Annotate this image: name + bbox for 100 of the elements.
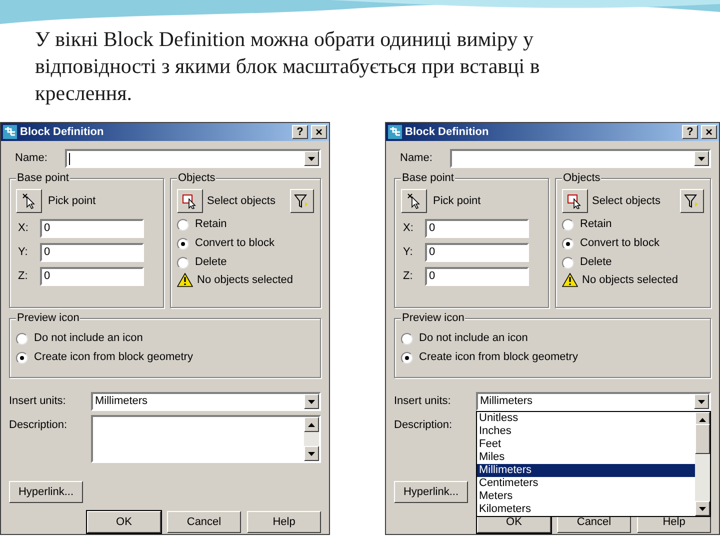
units-option[interactable]: Centimeters bbox=[477, 477, 695, 490]
pick-point-button[interactable] bbox=[401, 189, 427, 213]
coordinate-label: Y: bbox=[17, 245, 29, 260]
radio-button[interactable] bbox=[401, 352, 413, 364]
coordinate-label: X: bbox=[17, 221, 30, 236]
coordinate-field[interactable]: 0 bbox=[425, 243, 529, 262]
description-label: Description: bbox=[394, 418, 454, 433]
group-label: Objects bbox=[562, 171, 602, 185]
down-arrow-icon bbox=[698, 400, 705, 404]
name-field[interactable] bbox=[450, 149, 711, 168]
radio-label: Create icon from block geometry bbox=[419, 350, 578, 366]
name-label: Name: bbox=[14, 151, 48, 166]
dialog-button[interactable]: OK bbox=[87, 511, 161, 533]
select-objects-label: Select objects bbox=[207, 194, 276, 209]
close-button[interactable]: × bbox=[701, 125, 717, 139]
close-button[interactable]: × bbox=[311, 125, 327, 139]
dropdown-button[interactable] bbox=[304, 446, 319, 461]
dropdown-button[interactable] bbox=[694, 151, 709, 166]
units-option[interactable]: Meters bbox=[477, 490, 695, 503]
insert-units-select[interactable]: Millimeters bbox=[91, 392, 321, 411]
group-label: Base point bbox=[401, 171, 455, 185]
dropdown-button[interactable] bbox=[304, 394, 319, 409]
radio-label: Convert to block bbox=[195, 236, 274, 252]
coordinate-label: Y: bbox=[402, 245, 414, 260]
warning-icon bbox=[562, 273, 578, 288]
radio-button[interactable] bbox=[177, 218, 189, 230]
dropdown-button[interactable] bbox=[304, 417, 319, 432]
radio-button[interactable] bbox=[16, 332, 28, 344]
group-label: Base point bbox=[16, 171, 70, 185]
up-arrow-icon bbox=[308, 422, 315, 426]
units-option[interactable]: Feet bbox=[477, 438, 695, 451]
window-title: Block Definition bbox=[20, 124, 105, 140]
name-label: Name: bbox=[399, 151, 434, 166]
select-objects-label: Select objects bbox=[592, 194, 662, 209]
coordinate-field[interactable]: 0 bbox=[425, 219, 529, 238]
coordinate-field[interactable]: 0 bbox=[40, 267, 144, 286]
radio-label: Retain bbox=[580, 217, 612, 232]
coordinate-field[interactable]: 0 bbox=[425, 267, 529, 286]
down-arrow-icon bbox=[698, 156, 705, 160]
radio-label: Create icon from block geometry bbox=[34, 350, 193, 366]
radio-label: Do not include an icon bbox=[419, 331, 528, 346]
coordinate-field[interactable]: 0 bbox=[40, 219, 144, 238]
coordinate-label: Z: bbox=[17, 269, 29, 284]
description-label: Description: bbox=[9, 418, 68, 433]
radio-button[interactable] bbox=[562, 256, 574, 268]
radio-label: Delete bbox=[580, 255, 612, 270]
hyperlink-button[interactable]: Hyperlink... bbox=[9, 481, 83, 503]
units-option[interactable]: Miles bbox=[477, 451, 695, 464]
description-field[interactable] bbox=[91, 415, 321, 463]
selection-cursor-icon bbox=[567, 193, 583, 209]
down-arrow-icon bbox=[308, 156, 315, 160]
quick-select-button[interactable] bbox=[680, 189, 704, 213]
help-button[interactable]: ? bbox=[292, 125, 308, 139]
insert-units-label: Insert units: bbox=[394, 394, 452, 410]
cursor-icon bbox=[407, 193, 421, 209]
down-arrow-icon bbox=[699, 506, 706, 510]
dropdown-button[interactable] bbox=[694, 394, 709, 409]
radio-button[interactable] bbox=[177, 238, 189, 250]
radio-button[interactable] bbox=[562, 238, 574, 250]
insert-units-select[interactable]: Millimeters bbox=[476, 392, 711, 411]
radio-label: Convert to block bbox=[580, 236, 660, 252]
radio-button[interactable] bbox=[562, 218, 574, 230]
radio-button[interactable] bbox=[401, 332, 413, 344]
insert-units-label: Insert units: bbox=[9, 394, 67, 410]
filter-icon bbox=[684, 194, 700, 208]
block-icon bbox=[3, 125, 17, 139]
name-field[interactable] bbox=[65, 149, 321, 168]
units-option[interactable]: Millimeters bbox=[477, 464, 695, 477]
help-button[interactable]: ? bbox=[682, 125, 698, 139]
window-title: Block Definition bbox=[405, 124, 490, 140]
coordinate-field[interactable]: 0 bbox=[40, 243, 144, 262]
coordinate-label: Z: bbox=[402, 269, 414, 284]
dialog-button[interactable]: Cancel bbox=[167, 511, 241, 533]
dropdown-button[interactable] bbox=[304, 151, 319, 166]
pick-point-label: Pick point bbox=[48, 194, 96, 209]
radio-label: Delete bbox=[195, 255, 227, 270]
units-option[interactable]: Unitless bbox=[477, 412, 695, 425]
scrollbar[interactable] bbox=[695, 412, 710, 516]
group-label: Objects bbox=[177, 171, 216, 185]
dialog-button[interactable]: Help bbox=[247, 511, 321, 533]
select-objects-button[interactable] bbox=[177, 189, 203, 213]
block-icon bbox=[388, 125, 402, 139]
hyperlink-button[interactable]: Hyperlink... bbox=[394, 481, 468, 503]
quick-select-button[interactable] bbox=[290, 189, 314, 213]
warning-text: No objects selected bbox=[582, 273, 678, 288]
radio-button[interactable] bbox=[16, 352, 28, 364]
radio-button[interactable] bbox=[177, 256, 189, 268]
warning-icon bbox=[177, 273, 193, 288]
dropdown-button[interactable] bbox=[695, 501, 710, 516]
units-option[interactable]: Inches bbox=[477, 425, 695, 438]
slide-title: У вікні Block Definition можна обрати одиниці виміру у відповідності з якими блок масштабується при вставці в креслення. bbox=[35, 26, 541, 107]
cursor-icon bbox=[22, 193, 36, 209]
down-arrow-icon bbox=[308, 452, 315, 456]
warning-text: No objects selected bbox=[197, 273, 293, 288]
down-arrow-icon bbox=[308, 400, 315, 404]
select-objects-button[interactable] bbox=[562, 189, 588, 213]
up-arrow-icon bbox=[699, 418, 706, 422]
pick-point-button[interactable] bbox=[16, 189, 42, 213]
coordinate-label: X: bbox=[402, 221, 414, 236]
radio-label: Retain bbox=[195, 217, 227, 232]
